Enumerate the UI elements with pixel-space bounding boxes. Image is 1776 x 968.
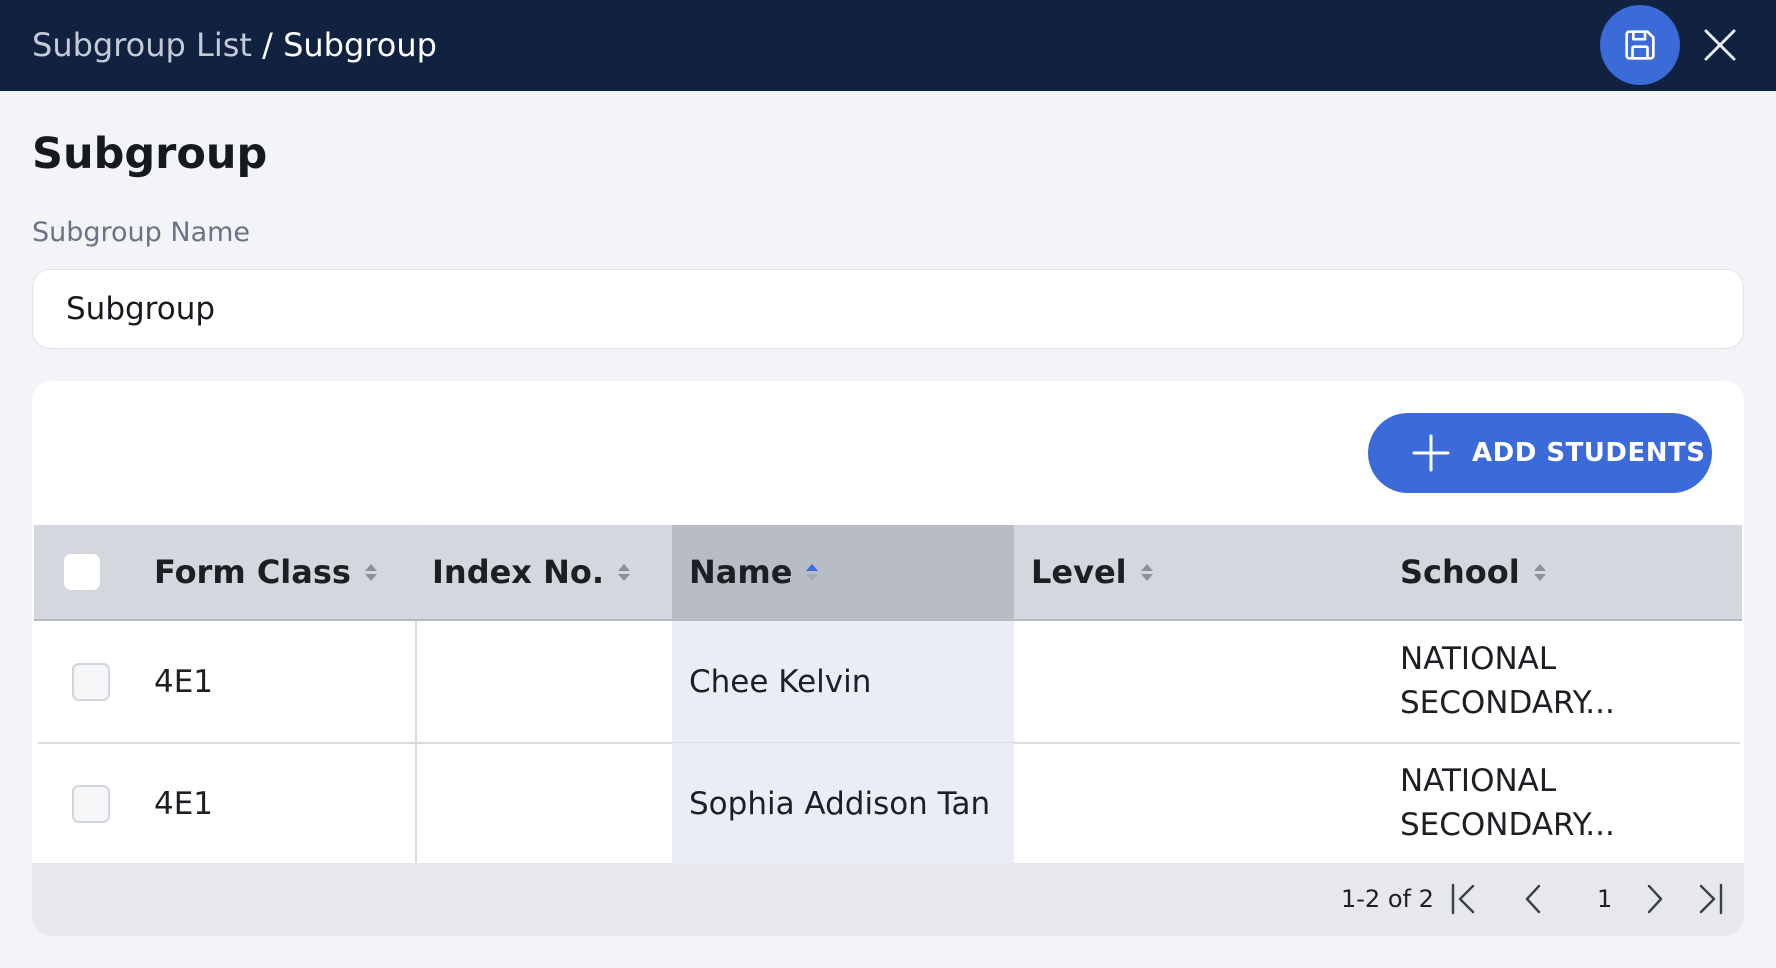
save-icon [1625,30,1655,60]
cell-form-class: 4E1 [154,786,214,822]
chevron-right-icon [1647,884,1663,914]
subgroup-name-label: Subgroup Name [32,217,251,248]
breadcrumb: Subgroup List / Subgroup [32,24,437,66]
breadcrumb-parent-link[interactable]: Subgroup List [32,26,252,64]
previous-page-button[interactable] [1515,881,1551,917]
cell-name: Sophia Addison Tan [689,786,991,822]
add-students-label: ADD STUDENTS [1472,438,1706,468]
column-header-label: Name [689,553,793,591]
last-page-icon [1699,883,1723,915]
first-page-icon [1451,883,1475,915]
chevron-left-icon [1525,884,1541,914]
column-header-level[interactable]: Level [1031,525,1153,619]
column-header-index-no[interactable]: Index No. [432,525,630,619]
column-divider [415,525,417,619]
table-row[interactable]: 4E1 Sophia Addison Tan NATIONAL SECONDAR… [34,743,1742,865]
sort-icon [618,563,630,581]
sort-icon [1533,563,1546,581]
cell-school-line2: SECONDARY... [1400,685,1615,721]
table-row[interactable]: 4E1 Chee Kelvin NATIONAL SECONDARY... [34,621,1742,743]
column-header-label: Level [1031,553,1127,591]
sort-ascending-icon [806,563,819,581]
next-page-button[interactable] [1637,881,1673,917]
pagination-range: 1-2 of 2 [1341,885,1434,913]
column-header-form-class[interactable]: Form Class [154,525,377,619]
column-header-label: Form Class [154,553,351,591]
students-card: ADD STUDENTS Form Class Index No. Name L… [32,381,1744,936]
top-bar: Subgroup List / Subgroup [0,0,1776,91]
cell-name: Chee Kelvin [689,664,872,700]
page-title: Subgroup [32,129,268,179]
sort-icon [1140,563,1153,581]
pagination-bar: 1-2 of 2 1 [32,863,1744,936]
column-divider [415,621,417,863]
cell-form-class: 4E1 [154,664,214,700]
column-header-school[interactable]: School [1400,525,1546,619]
plus-icon [1412,434,1450,472]
table-header: Form Class Index No. Name Level School [34,525,1742,621]
close-button[interactable] [1700,25,1740,65]
cell-school-line1: NATIONAL [1400,763,1557,799]
row-checkbox[interactable] [72,663,110,701]
cell-school-line2: SECONDARY... [1400,807,1615,843]
column-header-name[interactable]: Name [689,525,819,619]
add-students-button[interactable]: ADD STUDENTS [1368,413,1712,493]
save-button[interactable] [1600,5,1680,85]
cell-school-line1: NATIONAL [1400,641,1557,677]
column-header-label: School [1400,553,1520,591]
select-all-checkbox[interactable] [64,554,100,590]
sort-icon [364,563,377,581]
close-icon [1704,29,1736,61]
row-checkbox[interactable] [72,785,110,823]
breadcrumb-current: Subgroup [283,26,437,64]
subgroup-name-input[interactable] [32,269,1744,349]
current-page-number: 1 [1597,885,1613,913]
last-page-button[interactable] [1692,881,1728,917]
column-header-label: Index No. [432,553,604,591]
breadcrumb-separator: / [251,26,284,64]
first-page-button[interactable] [1446,881,1482,917]
